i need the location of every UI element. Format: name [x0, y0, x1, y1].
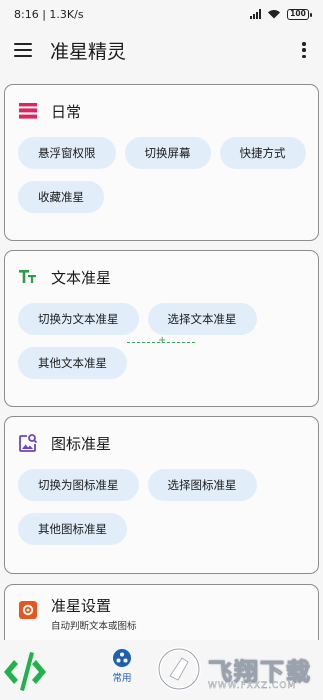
status-bar: 8:16 | 1.3K/s 100 [0, 0, 323, 28]
more-options-icon[interactable] [301, 42, 307, 58]
image-search-icon [17, 432, 39, 454]
settings-gear-icon [17, 599, 39, 621]
select-text-crosshair-chip[interactable]: 选择文本准星 [147, 303, 257, 335]
icon-crosshair-header: 图标准星 [5, 417, 318, 469]
favorite-crosshair-chip[interactable]: 收藏准星 [18, 181, 104, 213]
wifi-icon [268, 10, 280, 19]
text-crosshair-title: 文本准星 [51, 268, 112, 287]
overlay-permission-chip[interactable]: 悬浮窗权限 [18, 137, 116, 169]
status-icons: 100 [250, 8, 312, 20]
switch-screen-chip[interactable]: 切换屏幕 [124, 137, 211, 169]
status-time-speed: 8:16 | 1.3K/s [14, 7, 84, 21]
signal-icon [250, 9, 261, 19]
switch-to-text-crosshair-chip[interactable]: 切换为文本准星 [18, 303, 139, 335]
battery-icon: 100 [287, 8, 312, 20]
watermark-logo [157, 647, 201, 691]
nav-home-label: 常用 [112, 673, 132, 684]
brand-logo [4, 652, 46, 691]
app-bar: 准星精灵 [0, 28, 323, 72]
daily-chips: 悬浮窗权限 切换屏幕 快捷方式 收藏准星 [5, 137, 318, 213]
crosshair-settings-title: 准星设置 [51, 597, 112, 615]
daily-title: 日常 [51, 102, 82, 121]
icon-crosshair-chips: 切换为图标准星 选择图标准星 其他图标准星 [5, 469, 318, 545]
icon-crosshair-title: 图标准星 [51, 434, 112, 453]
shortcut-chip[interactable]: 快捷方式 [219, 137, 306, 169]
select-icon-crosshair-chip[interactable]: 选择图标准星 [147, 469, 257, 501]
crosshair-settings-subtitle: 自动判断文本或图标 [51, 621, 137, 632]
other-icon-crosshair-chip[interactable]: 其他图标准星 [18, 513, 127, 545]
menu-icon[interactable] [14, 43, 32, 57]
app-title: 准星精灵 [50, 40, 127, 63]
other-text-crosshair-chip[interactable]: 其他文本准星 [18, 347, 127, 379]
daily-icon [17, 100, 39, 122]
nav-home[interactable]: 常用 [105, 648, 139, 684]
daily-card: 日常 悬浮窗权限 切换屏幕 快捷方式 收藏准星 [4, 84, 319, 241]
watermark: 飞翔下载 WWW.FXXZ.COM [156, 638, 323, 700]
text-crosshair-header: 文本准星 [5, 251, 318, 303]
daily-card-header: 日常 [5, 85, 318, 137]
crosshair-center-mark: + [158, 335, 167, 346]
switch-to-icon-crosshair-chip[interactable]: 切换为图标准星 [18, 469, 139, 501]
text-crosshair-card: 文本准星 切换为文本准星 选择文本准星 其他文本准星 [4, 250, 319, 407]
home-dots-icon [113, 649, 131, 667]
watermark-url: WWW.FXXZ.COM [208, 681, 297, 691]
icon-crosshair-card: 图标准星 切换为图标准星 选择图标准星 其他图标准星 [4, 416, 319, 574]
text-format-icon [17, 266, 39, 288]
